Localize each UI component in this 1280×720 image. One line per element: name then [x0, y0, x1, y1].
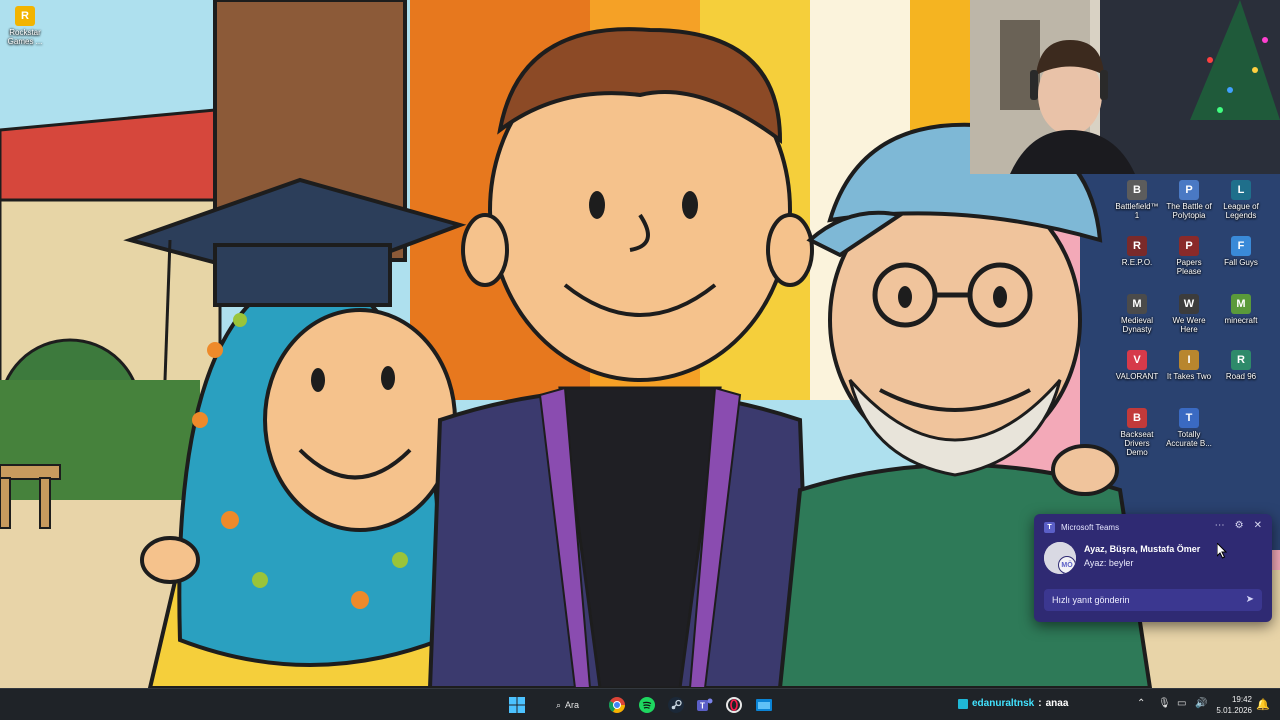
chrome-icon[interactable] [605, 693, 629, 717]
now-playing-separator: : [1038, 698, 1042, 709]
desktop-icon-label: R.E.P.O. [1121, 258, 1153, 267]
desktop-icon-label: minecraft [1224, 316, 1258, 325]
settings-icon[interactable]: ⚙ [1235, 520, 1244, 531]
desktop-icon[interactable]: R Road 96 [1217, 350, 1265, 381]
widget-icon [958, 698, 968, 709]
notification-controls: ⋯ ⚙ ✕ [1215, 520, 1262, 531]
app-icon: B [1127, 180, 1147, 200]
desktop-icon[interactable]: V VALORANT [1113, 350, 1161, 381]
desktop: R Rockstar Games ... B Battlefield™ 1 P The … [0, 0, 1280, 688]
desktop-icon-label: Rockstar Games ... [7, 28, 43, 46]
desktop-icon-label: The Battle of Polytopia [1166, 202, 1212, 220]
notification-message: Ayaz: beyler [1084, 558, 1134, 568]
mouse-cursor-icon [1217, 543, 1227, 559]
app-icon: R [1127, 236, 1147, 256]
system-clock[interactable]: 19:42 5.01.2026 [1216, 694, 1252, 716]
desktop-icon-label: VALORANT [1115, 372, 1159, 381]
search-icon: ⌕ [556, 699, 562, 710]
teams-icon: T [1044, 522, 1055, 533]
now-playing-text: anaa [1045, 698, 1069, 709]
app-icon: M [1231, 294, 1251, 314]
desktop-icon-label: We Were Here [1172, 316, 1206, 334]
desktop-icon[interactable]: P The Battle of Polytopia [1165, 180, 1213, 220]
app-icon: V [1127, 350, 1147, 370]
desktop-icon-label: Road 96 [1225, 372, 1257, 381]
app-window-icon[interactable] [752, 693, 776, 717]
teams-icon[interactable]: T [693, 693, 717, 717]
desktop-icon[interactable]: R R.E.P.O. [1113, 236, 1161, 267]
desktop-icon[interactable]: W We Were Here [1165, 294, 1213, 334]
desktop-icon[interactable]: B Battlefield™ 1 [1113, 180, 1161, 220]
app-icon: W [1179, 294, 1199, 314]
spotify-icon[interactable] [635, 693, 659, 717]
desktop-icon-label: Fall Guys [1224, 258, 1258, 267]
search-label: Ara [565, 700, 580, 710]
app-icon: T [1179, 408, 1199, 428]
app-icon: R [15, 6, 35, 26]
teams-notification[interactable]: T Microsoft Teams ⋯ ⚙ ✕ MÖ Ayaz, Büşra, … [1034, 514, 1272, 622]
desktop-icon[interactable]: R Rockstar Games ... [1, 6, 49, 46]
app-icon: P [1179, 236, 1199, 256]
svg-text:T: T [700, 702, 705, 711]
desktop-icon[interactable]: T Totally Accurate B... [1165, 408, 1213, 448]
app-icon: F [1231, 236, 1251, 256]
now-playing-user: edanuraltnsk [972, 698, 1035, 709]
desktop-icon[interactable]: B Backseat Drivers Demo [1113, 408, 1161, 457]
clock-date: 5.01.2026 [1216, 706, 1252, 715]
quick-reply-input[interactable]: Hızlı yanıt gönderin ➤ [1044, 589, 1262, 611]
app-icon: R [1231, 350, 1251, 370]
close-icon[interactable]: ✕ [1254, 520, 1262, 531]
volume-icon[interactable]: 🔊 [1195, 698, 1207, 709]
desktop-icon-label: Backseat Drivers Demo [1120, 430, 1154, 457]
desktop-icon-label: It Takes Two [1166, 372, 1212, 381]
desktop-icon[interactable]: M Medieval Dynasty [1113, 294, 1161, 334]
search-button[interactable]: ⌕ Ara [548, 695, 587, 715]
steam-icon[interactable] [664, 693, 688, 717]
taskbar: ⌕ Ara T edanuraltnsk : anaa ⌃ 🎙 ▭ 🔊 19:4… [0, 688, 1280, 720]
notification-bell-icon[interactable]: 🔔 [1256, 698, 1270, 711]
opera-gx-icon[interactable] [722, 693, 746, 717]
app-icon: I [1179, 350, 1199, 370]
desktop-icon[interactable]: P Papers Please [1165, 236, 1213, 276]
microphone-icon[interactable]: 🎙 [1158, 698, 1171, 709]
send-icon[interactable]: ➤ [1246, 594, 1254, 605]
desktop-icon[interactable]: Mminecraft [1217, 294, 1265, 325]
app-icon: B [1127, 408, 1147, 428]
app-icon: P [1179, 180, 1199, 200]
chevron-up-icon[interactable]: ⌃ [1137, 698, 1145, 709]
notification-app-name: Microsoft Teams [1061, 523, 1120, 532]
desktop-icon-label: League of Legends [1223, 202, 1259, 220]
clock-time: 19:42 [1231, 695, 1252, 704]
desktop-icon-label: Totally Accurate B... [1166, 430, 1212, 448]
app-icon: L [1231, 180, 1251, 200]
notification-header: T Microsoft Teams [1044, 522, 1119, 533]
group-avatar: MÖ [1044, 542, 1076, 574]
start-icon[interactable] [505, 693, 529, 717]
quick-reply-placeholder: Hızlı yanıt gönderin [1052, 595, 1130, 605]
webcam-overlay [970, 0, 1280, 174]
desktop-icon-label: Battlefield™ 1 [1115, 202, 1159, 220]
avatar-initials: MÖ [1058, 556, 1076, 574]
now-playing-widget[interactable]: edanuraltnsk : anaa [958, 698, 1068, 709]
network-icon[interactable]: ▭ [1177, 698, 1186, 709]
desktop-icon-label: Papers Please [1176, 258, 1202, 276]
desktop-icon-label: Medieval Dynasty [1120, 316, 1153, 334]
notification-title[interactable]: Ayaz, Büşra, Mustafa Ömer [1084, 544, 1200, 554]
desktop-icon[interactable]: L League of Legends [1217, 180, 1265, 220]
desktop-icon[interactable]: F Fall Guys [1217, 236, 1265, 267]
app-icon: M [1127, 294, 1147, 314]
more-options-icon[interactable]: ⋯ [1215, 520, 1225, 531]
desktop-icon[interactable]: I It Takes Two [1165, 350, 1213, 381]
